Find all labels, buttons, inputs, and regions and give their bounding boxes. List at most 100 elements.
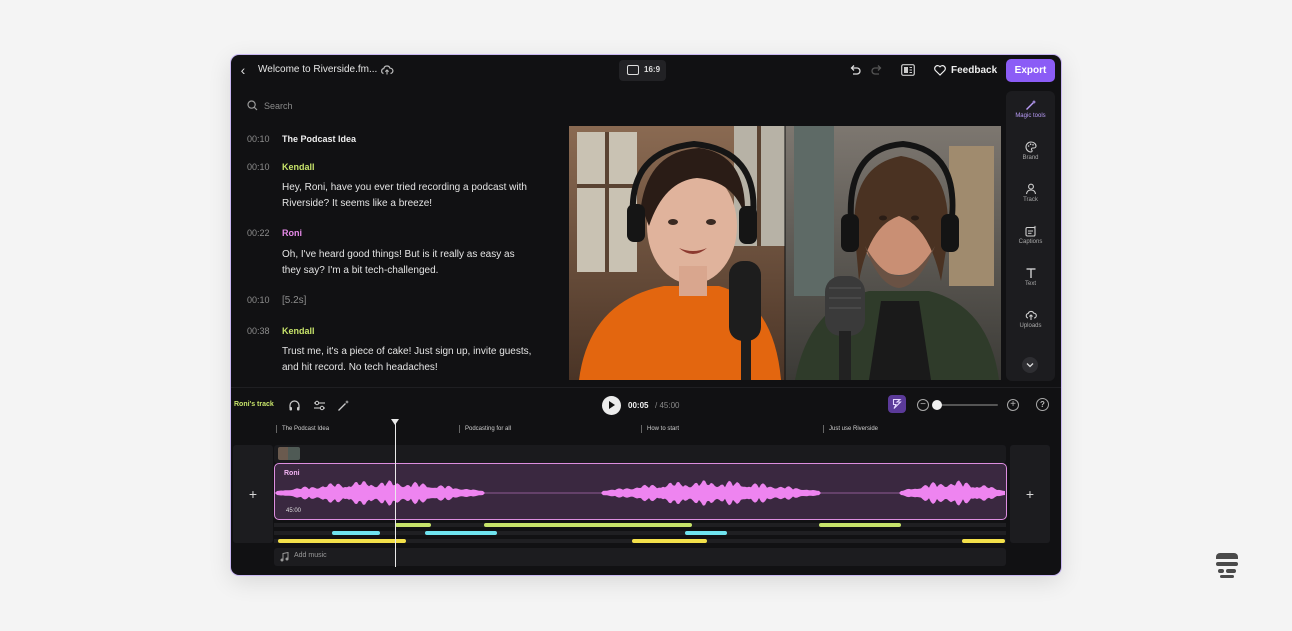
add-track-right-button[interactable]: + bbox=[1010, 445, 1050, 543]
tool-label: Magic tools bbox=[1015, 113, 1046, 119]
export-button[interactable]: Export bbox=[1006, 59, 1055, 82]
audio-waveform bbox=[275, 480, 1005, 506]
editor-window: ‹ Welcome to Riverside.fm... 16:9 Feedba… bbox=[231, 55, 1061, 575]
undo-icon[interactable] bbox=[848, 63, 862, 77]
brand-logo-icon bbox=[1216, 553, 1238, 578]
speaker-name: Kendall bbox=[282, 326, 315, 336]
timestamp: 00:38 bbox=[247, 326, 270, 336]
tool-label: Uploads bbox=[1019, 323, 1042, 329]
video-thumbnail-strip bbox=[274, 445, 1006, 463]
zoom-slider-handle[interactable] bbox=[932, 400, 942, 410]
caption-segment[interactable] bbox=[632, 539, 707, 543]
zoom-out-icon[interactable]: − bbox=[917, 399, 929, 411]
tool-brand[interactable]: Brand bbox=[1006, 141, 1055, 161]
tool-label: Text bbox=[1024, 281, 1036, 287]
search-input[interactable]: Search bbox=[264, 101, 293, 111]
transcript-text-block[interactable]: Trust me, it's a piece of cake! Just sig… bbox=[247, 344, 532, 376]
video-preview[interactable] bbox=[569, 126, 1001, 380]
more-tools-button[interactable] bbox=[1022, 357, 1038, 373]
transcript-text-block[interactable]: Hey, Roni, have you ever tried recording… bbox=[247, 180, 532, 212]
captions-icon bbox=[1024, 225, 1036, 237]
text-icon bbox=[1026, 268, 1035, 278]
transcript-entry[interactable]: 00:10 [5.2s] bbox=[247, 295, 306, 306]
chapter-heading: The Podcast Idea bbox=[282, 134, 357, 144]
feedback-label: Feedback bbox=[951, 64, 998, 76]
layout-icon[interactable] bbox=[901, 64, 915, 76]
add-track-left-button[interactable]: + bbox=[233, 445, 273, 543]
timestamp: 00:10 bbox=[247, 295, 270, 305]
person-icon bbox=[1025, 183, 1036, 195]
back-arrow-icon[interactable]: ‹ bbox=[235, 62, 251, 78]
total-time: / 45:00 bbox=[655, 401, 680, 410]
audio-clip[interactable]: Roni 45:00 bbox=[274, 463, 1007, 520]
project-title[interactable]: Welcome to Riverside.fm... bbox=[258, 64, 377, 75]
tools-rail: Magic tools Brand Track Captions Text Up… bbox=[1006, 91, 1055, 381]
add-music-lane[interactable]: Add music bbox=[274, 548, 1006, 566]
headphones-icon[interactable] bbox=[288, 399, 301, 412]
magic-wand-icon[interactable] bbox=[337, 399, 350, 412]
chapter-marker[interactable]: Just use Riverside bbox=[823, 425, 878, 433]
transcript-entry[interactable]: 00:10 Kendall bbox=[247, 162, 315, 172]
add-music-label: Add music bbox=[294, 552, 327, 559]
transcript-search[interactable]: Search bbox=[247, 100, 293, 111]
adjust-icon[interactable] bbox=[313, 399, 326, 412]
help-icon[interactable]: ? bbox=[1036, 398, 1049, 411]
chapter-marker[interactable]: Podcasting for all bbox=[459, 425, 511, 433]
caption-segment[interactable] bbox=[685, 531, 727, 535]
aspect-ratio-label: 16:9 bbox=[644, 65, 661, 74]
caption-lane bbox=[274, 531, 1006, 535]
transcript-panel: Search 00:10 The Podcast Idea 00:10 Kend… bbox=[231, 86, 568, 386]
playhead-handle[interactable] bbox=[391, 419, 399, 425]
captions-icon bbox=[892, 398, 902, 409]
tool-magic-tools[interactable]: Magic tools bbox=[1006, 99, 1055, 119]
magic-wand-icon bbox=[1025, 99, 1036, 110]
aspect-ratio-icon bbox=[627, 65, 639, 75]
clip-duration: 45:00 bbox=[286, 508, 302, 514]
search-icon bbox=[247, 100, 258, 111]
current-time: 00:05 bbox=[628, 401, 649, 410]
caption-segment[interactable] bbox=[425, 531, 497, 535]
timestamp: 00:10 bbox=[247, 134, 270, 144]
transcript-entry[interactable]: 00:22 Roni bbox=[247, 228, 302, 238]
caption-segment[interactable] bbox=[962, 539, 1005, 543]
transcript-entry[interactable]: 00:10 The Podcast Idea bbox=[247, 134, 356, 144]
video-frame-image bbox=[569, 126, 1001, 380]
timeline-toolbar: Roni's track 00:05 / 45:00 − + ? bbox=[231, 387, 1061, 420]
zoom-in-icon[interactable]: + bbox=[1007, 399, 1019, 411]
aspect-ratio-button[interactable]: 16:9 bbox=[619, 60, 666, 81]
redo-icon[interactable] bbox=[870, 63, 884, 77]
timestamp: 00:22 bbox=[247, 228, 270, 238]
captions-toggle-button[interactable] bbox=[888, 395, 906, 413]
caption-segment[interactable] bbox=[332, 531, 380, 535]
music-note-icon bbox=[280, 552, 289, 562]
transcript-text: Trust me, it's a piece of cake! Just sig… bbox=[282, 346, 532, 373]
transcript-entry[interactable]: 00:38 Kendall bbox=[247, 326, 315, 336]
silence-gap: [5.2s] bbox=[282, 295, 307, 306]
caption-segment[interactable] bbox=[395, 523, 431, 527]
speaker-name: Kendall bbox=[282, 162, 315, 172]
cloud-sync-icon bbox=[381, 65, 394, 75]
caption-segment[interactable] bbox=[484, 523, 692, 527]
zoom-slider[interactable] bbox=[938, 404, 998, 406]
feedback-button[interactable]: Feedback bbox=[934, 61, 997, 79]
tool-label: Captions bbox=[1018, 239, 1043, 245]
tool-captions[interactable]: Captions bbox=[1006, 225, 1055, 245]
top-bar: ‹ Welcome to Riverside.fm... 16:9 Feedba… bbox=[231, 55, 1061, 86]
palette-icon bbox=[1025, 141, 1037, 153]
chapter-marker[interactable]: How to start bbox=[641, 425, 679, 433]
caption-segment[interactable] bbox=[819, 523, 901, 527]
playhead[interactable] bbox=[395, 419, 396, 567]
transcript-text-block[interactable]: Oh, I've heard good things! But is it re… bbox=[247, 247, 532, 279]
tool-track[interactable]: Track bbox=[1006, 183, 1055, 203]
caption-segment[interactable] bbox=[278, 539, 406, 543]
tool-label: Brand bbox=[1022, 155, 1039, 161]
tool-label: Track bbox=[1023, 197, 1038, 203]
chapter-marker[interactable]: The Podcast Idea bbox=[276, 425, 329, 433]
tool-uploads[interactable]: Uploads bbox=[1006, 309, 1055, 329]
timestamp: 00:10 bbox=[247, 162, 270, 172]
tool-text[interactable]: Text bbox=[1006, 267, 1055, 287]
speaker-name: Roni bbox=[282, 228, 302, 238]
track-name[interactable]: Roni's track bbox=[234, 401, 274, 408]
transcript-text: Oh, I've heard good things! But is it re… bbox=[282, 249, 515, 276]
play-button[interactable] bbox=[602, 396, 621, 415]
